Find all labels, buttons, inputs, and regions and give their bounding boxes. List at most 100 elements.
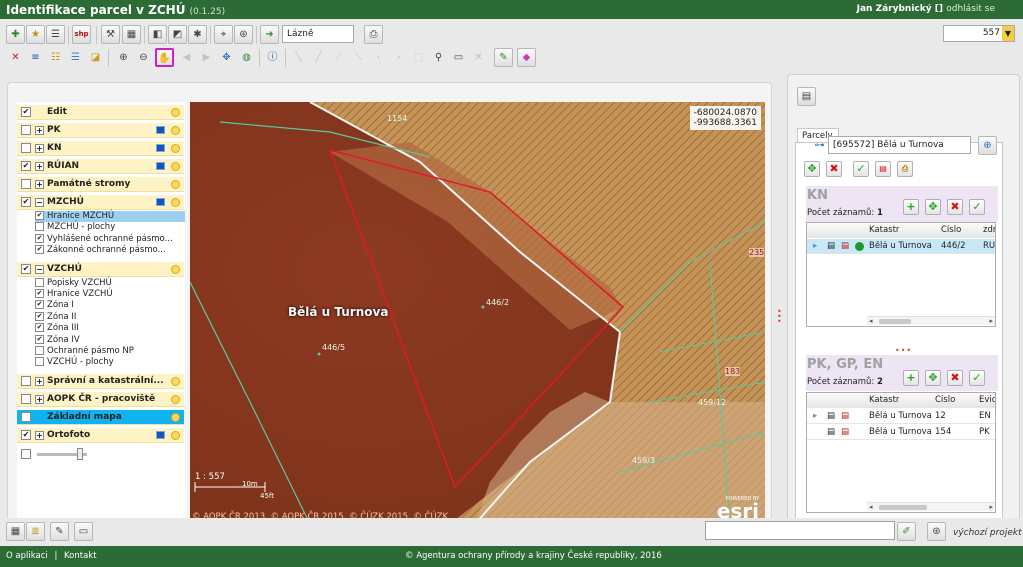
expand-icon[interactable]: + <box>35 144 44 153</box>
layer-group[interactable]: + Správní a katastrální... <box>17 373 184 389</box>
layer-item[interactable]: ✔ Zóna III <box>35 323 185 334</box>
visibility-icon[interactable] <box>171 108 180 117</box>
add-icon[interactable]: ✚ <box>6 25 25 44</box>
place-field[interactable]: Lázně <box>282 25 354 43</box>
eraser-icon[interactable]: ◪ <box>86 48 105 67</box>
collapse-icon[interactable]: − <box>35 264 44 274</box>
pdf-icon[interactable]: ▤ <box>841 427 849 437</box>
legend-icon[interactable] <box>156 430 165 439</box>
column-header[interactable]: Číslo <box>941 225 961 235</box>
layer-checkbox[interactable] <box>21 375 31 386</box>
visibility-icon[interactable] <box>171 394 180 404</box>
layer-item[interactable]: Popisky VZCHÚ <box>35 277 185 289</box>
layer-checkbox[interactable] <box>35 346 44 355</box>
kn-add-all-button[interactable]: ✥ <box>925 199 941 215</box>
layer-checkbox[interactable] <box>21 179 31 189</box>
slider-checkbox[interactable] <box>21 448 31 459</box>
draw-point-icon[interactable]: ╲ <box>289 48 308 67</box>
visibility-icon[interactable] <box>171 198 180 207</box>
layer-checkbox[interactable] <box>35 222 44 232</box>
map-view[interactable]: 1154 446/2 446/5 235 183 459/12 459/3 Bě… <box>190 102 765 524</box>
locate-icon[interactable]: ⊕ <box>978 136 997 155</box>
kn-confirm-button[interactable]: ✓ <box>969 199 985 215</box>
table-icon[interactable]: ▦ <box>122 25 141 44</box>
print-report-icon[interactable]: ⎙ <box>897 161 913 177</box>
pk-add-all-button[interactable]: ✥ <box>925 370 941 386</box>
layer-checkbox[interactable] <box>21 143 31 153</box>
pk-remove-button[interactable]: ✖ <box>947 370 963 386</box>
visibility-icon[interactable] <box>171 376 180 386</box>
project-icon[interactable]: ⊛ <box>927 522 946 541</box>
draw-polyline-icon[interactable]: ⟋ <box>329 48 348 67</box>
visibility-icon[interactable] <box>171 162 180 171</box>
layer-checkbox[interactable] <box>21 125 31 135</box>
layer-item[interactable]: VZCHÚ - plochy <box>35 357 185 368</box>
layer-group[interactable]: ✔ Edit <box>17 105 184 120</box>
layer-group[interactable]: + AOPK ČR - pracoviště <box>17 391 184 407</box>
visibility-icon[interactable] <box>171 180 180 189</box>
layer-group[interactable]: ✔ − VZCHÚ <box>17 261 184 277</box>
document-icon[interactable]: ▤ <box>827 427 835 437</box>
kn-add-button[interactable]: + <box>903 199 919 215</box>
layer-group[interactable]: ✔ + RÚIAN <box>17 159 184 174</box>
slider-handle[interactable] <box>77 447 83 460</box>
info-icon[interactable]: ⓘ <box>263 48 282 67</box>
layer-checkbox[interactable]: ✔ <box>21 161 31 171</box>
visibility-icon[interactable] <box>171 412 180 422</box>
visibility-icon[interactable] <box>171 126 180 135</box>
pdf-icon[interactable]: ▤ <box>841 241 849 251</box>
layer-checkbox[interactable] <box>35 277 44 287</box>
expand-icon[interactable]: + <box>35 394 44 404</box>
list-icon[interactable]: ☰ <box>46 25 65 44</box>
stack-icon[interactable]: ≣ <box>26 522 45 541</box>
pk-hscrollbar[interactable]: ◂ ▸ <box>867 502 995 511</box>
layer-group[interactable]: ✔ + Ortofoto <box>17 427 184 443</box>
layer-item[interactable]: ✔ Hranice VZCHÚ <box>35 289 185 300</box>
collapse-icon[interactable]: − <box>35 198 44 207</box>
pk-confirm-button[interactable]: ✓ <box>969 370 985 386</box>
legend-icon[interactable] <box>156 198 165 206</box>
expand-icon[interactable]: + <box>35 376 44 386</box>
deselect-all-icon[interactable]: ✖ <box>826 161 842 177</box>
gps-icon[interactable]: ⊛ <box>234 25 253 44</box>
visibility-icon[interactable] <box>171 264 180 274</box>
expand-icon[interactable]: + <box>35 162 44 171</box>
column-header[interactable]: Číslo <box>935 395 955 405</box>
kn-remove-button[interactable]: ✖ <box>947 199 963 215</box>
pdf-icon[interactable]: ▤ <box>875 161 891 177</box>
layer-checkbox[interactable]: ✔ <box>35 211 44 220</box>
close-icon[interactable]: ✕ <box>6 48 25 67</box>
pk-add-button[interactable]: + <box>903 370 919 386</box>
legend-icon[interactable] <box>156 144 165 152</box>
layer-group[interactable]: Základní mapa <box>17 409 184 425</box>
expand-icon[interactable]: + <box>35 430 44 440</box>
column-header[interactable]: Katastr <box>869 395 899 405</box>
layer-item[interactable]: MZCHÚ - plochy <box>35 222 185 233</box>
coordinates-icon[interactable]: ⌖ <box>214 25 233 44</box>
layer-checkbox[interactable] <box>21 393 31 404</box>
expand-icon[interactable]: + <box>35 126 44 135</box>
hammer-icon[interactable]: ⚒ <box>101 25 120 44</box>
visibility-icon[interactable] <box>171 144 180 153</box>
shp-export-button[interactable]: shp <box>72 25 91 44</box>
layer-group[interactable]: + Památné stromy <box>17 177 184 192</box>
redo-icon[interactable]: › <box>389 48 408 67</box>
draw-line-icon[interactable]: ╱ <box>309 48 328 67</box>
layers-icon[interactable]: ◧ <box>148 25 167 44</box>
layer-checkbox[interactable] <box>35 357 44 367</box>
zoom-in-icon[interactable]: ⊕ <box>114 48 133 67</box>
draw-polygon-icon[interactable]: ⟍ <box>349 48 368 67</box>
tools-icon[interactable]: ✎ <box>50 522 69 541</box>
place-search-icon[interactable]: ➜ <box>260 25 279 44</box>
layer-checkbox[interactable]: ✔ <box>35 334 44 344</box>
contact-link[interactable]: Kontakt <box>64 551 97 561</box>
layer-checkbox[interactable]: ✔ <box>21 197 31 207</box>
measure-icon[interactable]: ⚲ <box>429 48 448 67</box>
layer-checkbox[interactable]: ✔ <box>21 429 31 440</box>
logout-link[interactable]: odhlásit se <box>946 4 995 14</box>
print-icon[interactable]: ⎙ <box>364 25 383 44</box>
expand-icon[interactable]: + <box>35 180 44 189</box>
confirm-icon[interactable]: ✓ <box>853 161 869 177</box>
legend-icon[interactable]: ☷ <box>46 48 65 67</box>
layer-item[interactable]: ✔ Zákonné ochranné pásmo... <box>35 245 185 256</box>
